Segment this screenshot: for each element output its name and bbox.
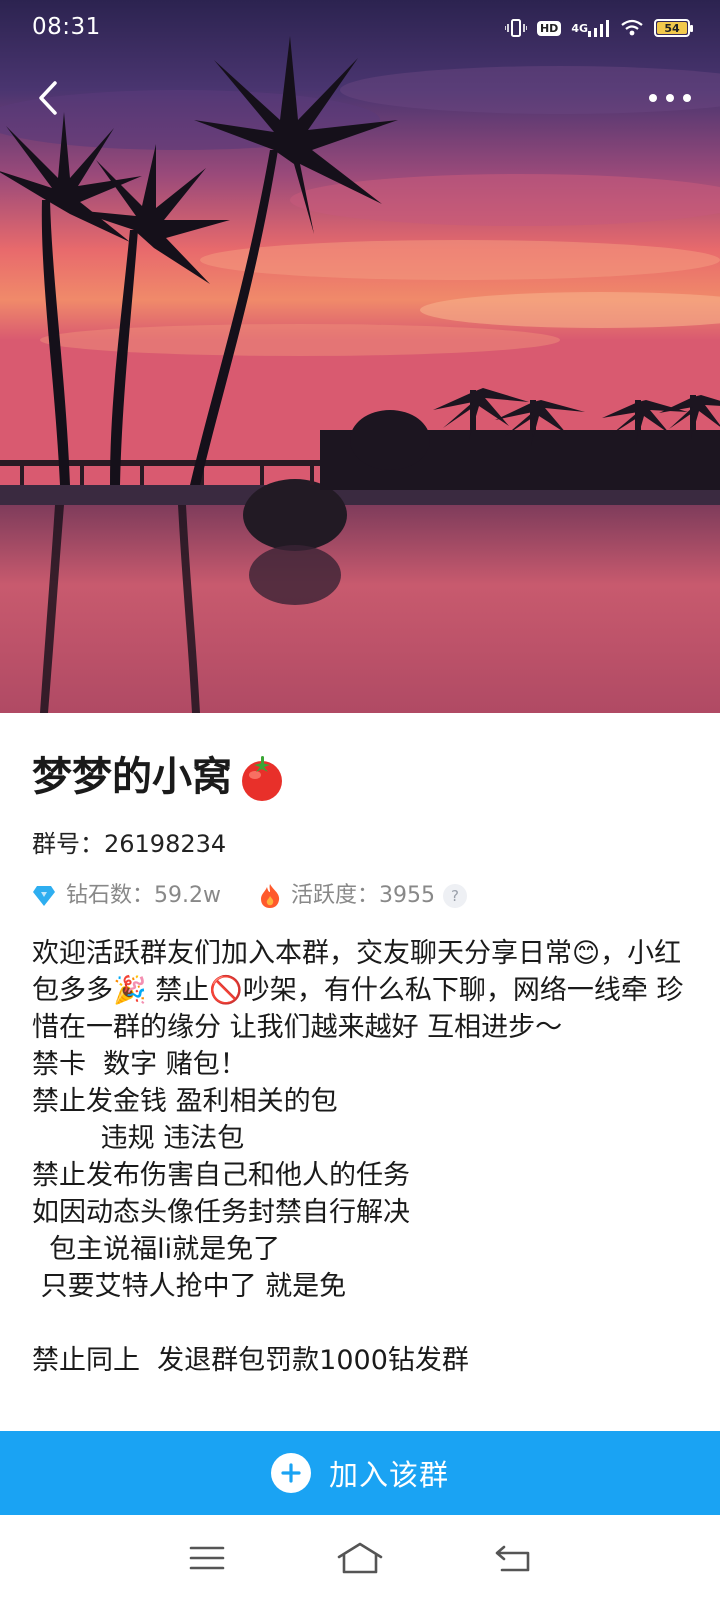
back-button[interactable] [26, 76, 70, 120]
group-description: 欢迎活跃群友们加入本群，交友聊天分享日常😊，小红包多多🎉 禁止🚫吵架，有什么私下… [32, 938, 684, 1376]
nav-home-button[interactable] [330, 1533, 390, 1583]
group-info: 梦梦的小窝 群号：26198234 钻石数：59.2w 活跃度：3955 ? 欢… [32, 713, 692, 1379]
status-time: 08:31 [32, 14, 101, 40]
join-group-label: 加入该群 [328, 1458, 449, 1492]
network-label: 4G [571, 21, 588, 35]
battery-level: 54 [657, 22, 687, 35]
wifi-icon [620, 19, 644, 37]
plus-icon [270, 1453, 311, 1493]
group-cover-image [0, 0, 720, 713]
diamond-count: 钻石数：59.2w [66, 883, 221, 908]
menu-icon [189, 1546, 224, 1569]
flame-icon [260, 884, 280, 908]
nav-menu-button[interactable] [177, 1533, 237, 1583]
group-id: 群号：26198234 [32, 830, 227, 858]
activity-score: 活跃度：3955 [290, 883, 435, 908]
sunset-palm-scene [0, 0, 720, 713]
join-group-button[interactable]: 加入该群 [0, 1431, 720, 1515]
battery-icon: 54 [654, 19, 693, 37]
chevron-left-icon [39, 81, 57, 115]
group-title: 梦梦的小窝 [32, 749, 692, 805]
more-horizontal-icon [649, 94, 691, 102]
help-icon[interactable]: ? [442, 884, 467, 908]
home-icon [337, 1542, 383, 1573]
tomato-icon [242, 756, 282, 801]
nav-back-button[interactable] [483, 1533, 543, 1583]
vibrate-icon [504, 18, 527, 38]
status-bar: 08:31 HD 4G 54 [0, 0, 720, 56]
group-name: 梦梦的小窝 [32, 754, 232, 800]
diamond-icon [33, 886, 55, 906]
hd-badge: HD [536, 20, 562, 36]
signal-icon: 4G [571, 19, 610, 37]
back-icon [496, 1545, 530, 1571]
group-stats: 钻石数：59.2w 活跃度：3955 ? [32, 881, 692, 911]
diamond-stat: 钻石数：59.2w [32, 881, 221, 911]
status-icons: HD 4G 54 [504, 15, 693, 41]
system-nav-bar [0, 1515, 720, 1600]
more-options-button[interactable] [642, 80, 698, 116]
activity-stat: 活跃度：3955 ? [259, 881, 467, 911]
